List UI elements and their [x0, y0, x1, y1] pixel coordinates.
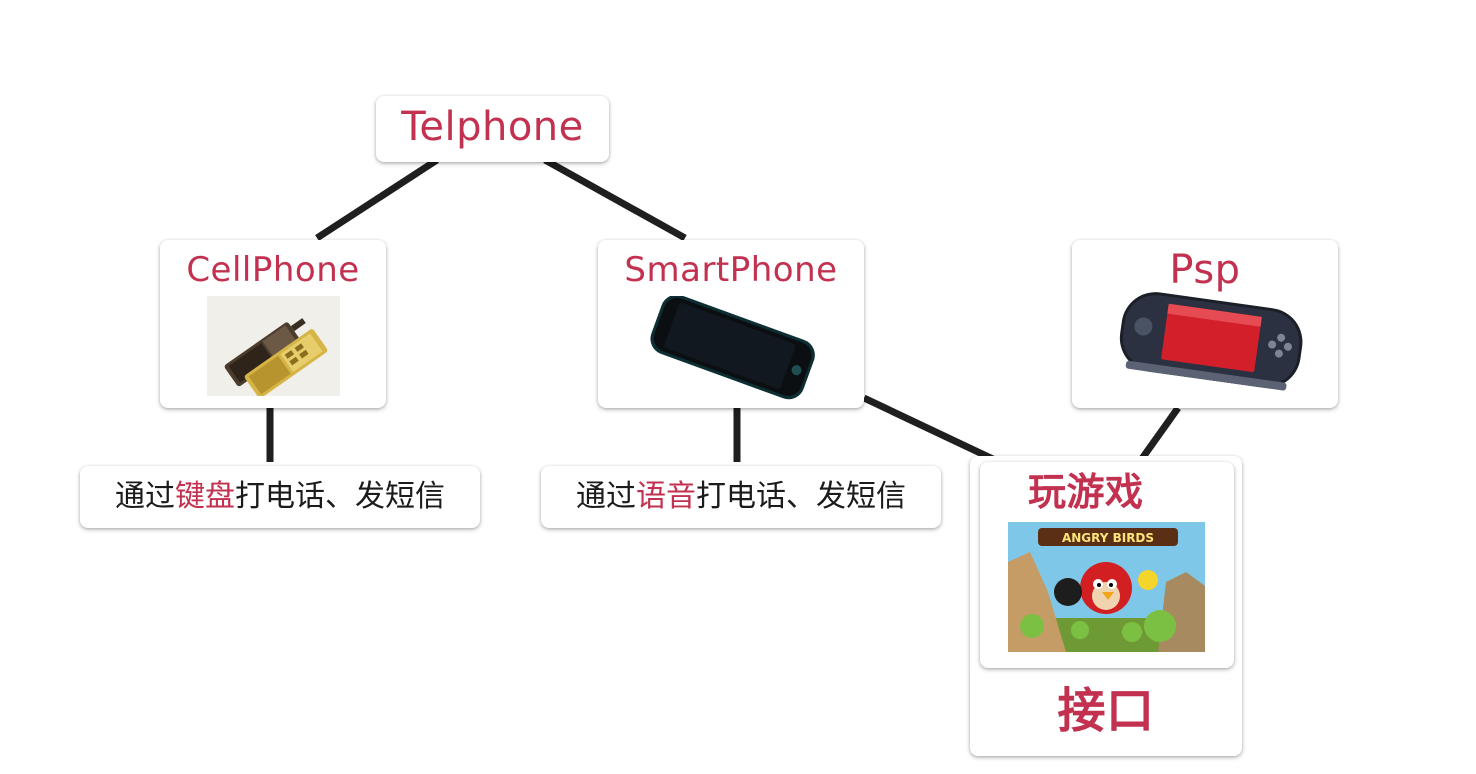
node-game: 玩游戏 ANGRY BIRDS [980, 462, 1234, 668]
angry-birds-image: ANGRY BIRDS [1008, 522, 1205, 652]
psp-image [1116, 286, 1306, 396]
edge-telphone-cellphone [315, 157, 439, 241]
cellphone-description: 通过键盘打电话、发短信 [80, 466, 480, 528]
edge-smartphone-game [862, 394, 997, 464]
node-game-label: 玩游戏 [1028, 470, 1144, 514]
cellphone-desc-prefix: 通过 [115, 479, 175, 514]
edge-psp-game [1138, 405, 1181, 463]
node-interface-label: 接口 [1057, 683, 1155, 739]
smartphone-desc-highlight: 语音 [636, 479, 696, 514]
node-telphone: Telphone [376, 96, 609, 162]
cellphone-desc-suffix: 打电话、发短信 [235, 479, 445, 514]
cellphone-image [207, 296, 340, 398]
smartphone-image [638, 294, 828, 402]
node-cellphone: CellPhone [160, 240, 386, 408]
node-cellphone-label: CellPhone [186, 250, 360, 290]
class-hierarchy-diagram: Telphone CellPhone SmartPhone Psp 接口 玩游戏… [0, 0, 1476, 774]
node-telphone-label: Telphone [401, 104, 584, 150]
node-smartphone: SmartPhone [598, 240, 864, 408]
node-psp: Psp [1072, 240, 1338, 408]
edge-telphone-smartphone [543, 156, 687, 242]
angry-birds-logo: ANGRY BIRDS [1062, 531, 1154, 545]
smartphone-desc-prefix: 通过 [576, 479, 636, 514]
cellphone-desc-highlight: 键盘 [175, 479, 235, 514]
smartphone-description: 通过语音打电话、发短信 [541, 466, 941, 528]
smartphone-desc-suffix: 打电话、发短信 [696, 479, 906, 514]
node-smartphone-label: SmartPhone [624, 250, 838, 290]
